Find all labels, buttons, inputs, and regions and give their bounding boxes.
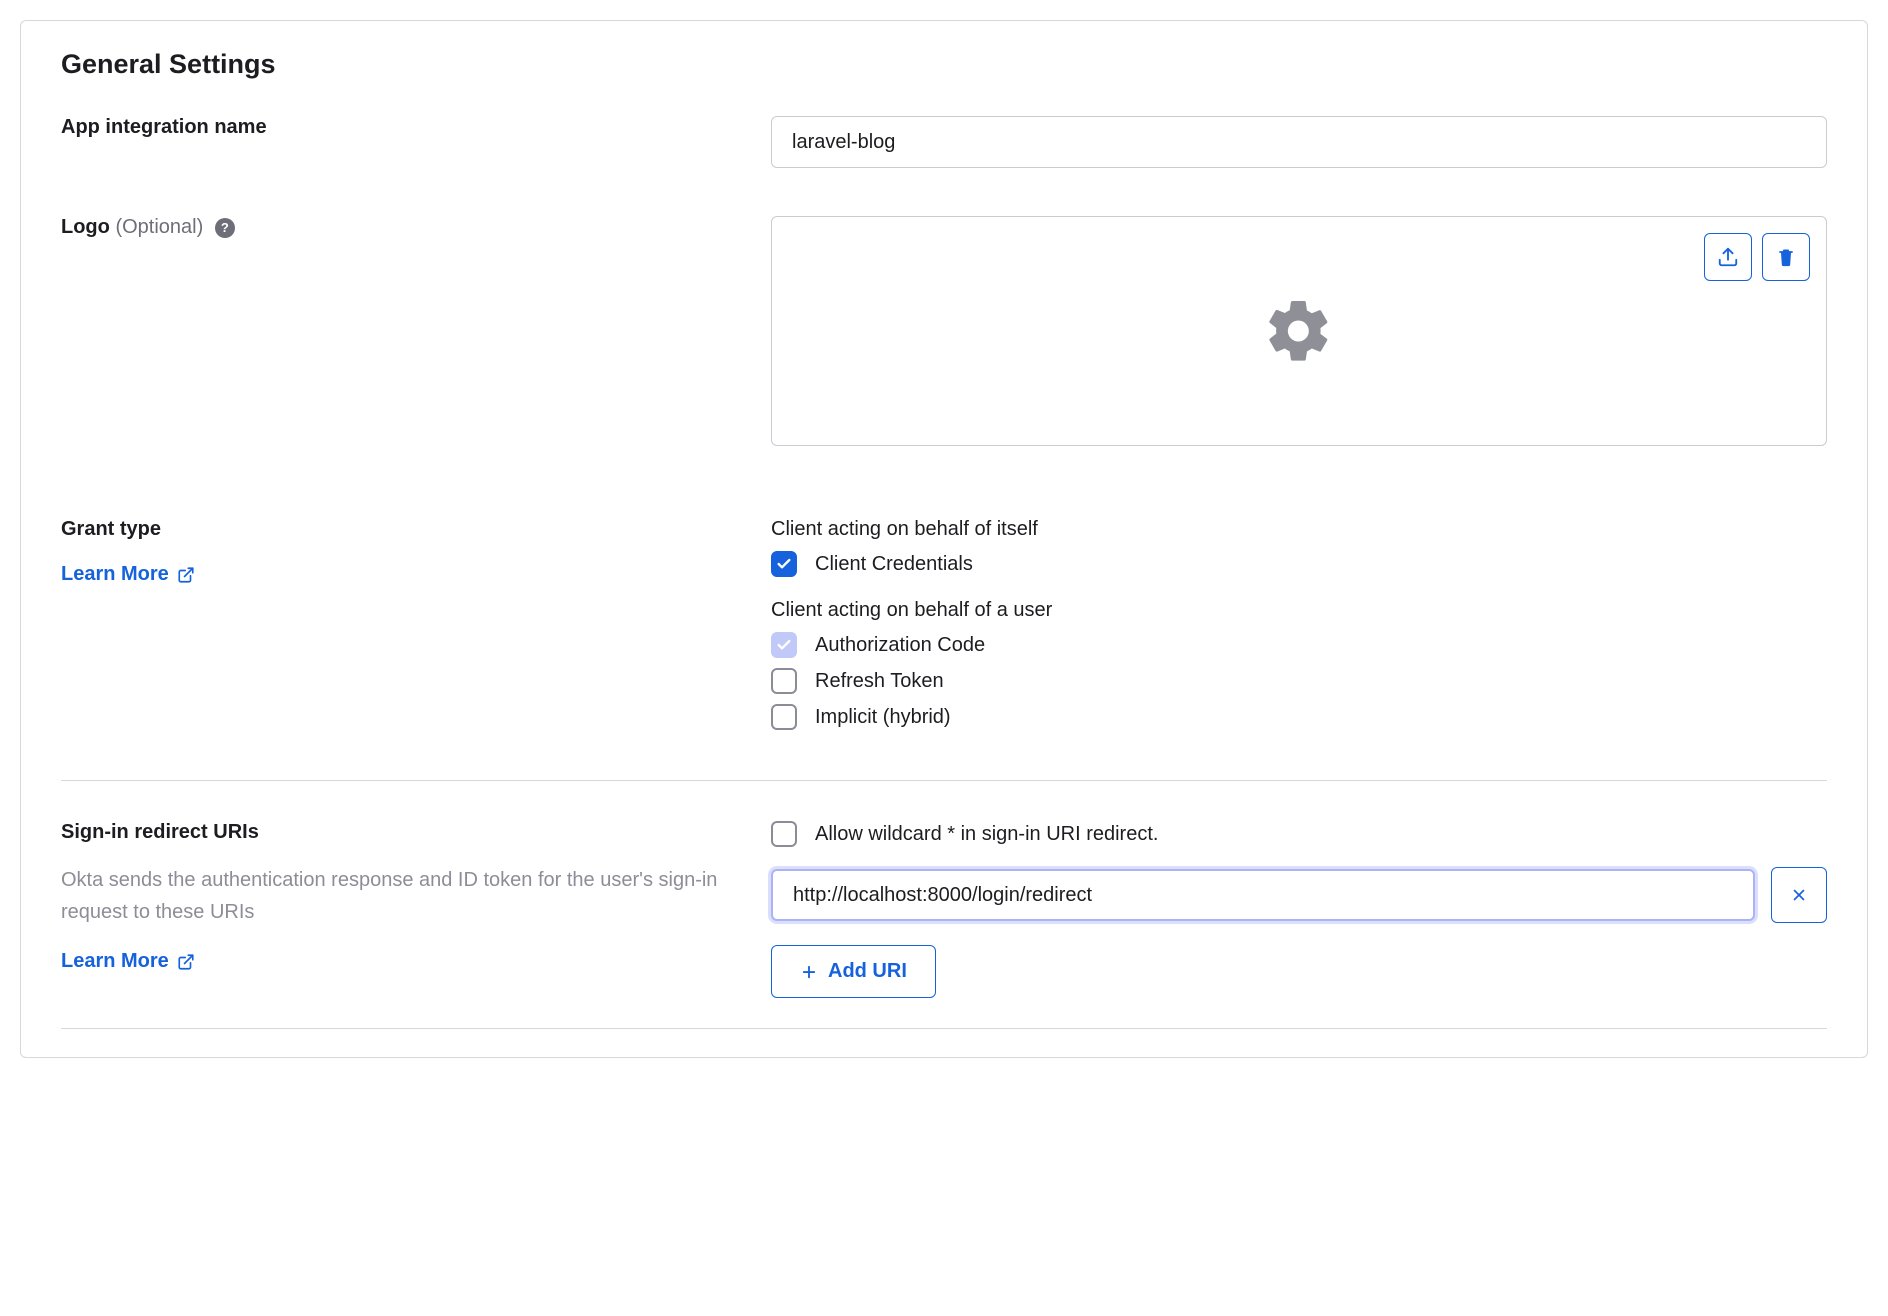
checkbox-icon (771, 704, 797, 730)
row-logo: Logo (Optional) ? (61, 216, 1827, 446)
signin-uris-label: Sign-in redirect URIs (61, 821, 751, 844)
checkbox-implicit-hybrid[interactable]: Implicit (hybrid) (771, 704, 1827, 730)
external-link-icon (177, 953, 195, 971)
learn-more-text: Learn More (61, 950, 169, 973)
checkbox-label: Implicit (hybrid) (815, 706, 951, 729)
app-name-label: App integration name (61, 116, 267, 138)
row-app-name: App integration name (61, 116, 1827, 168)
section-title: General Settings (61, 49, 1827, 80)
divider (61, 1028, 1827, 1029)
trash-icon (1776, 246, 1796, 268)
checkbox-client-credentials[interactable]: Client Credentials (771, 551, 1827, 577)
row-signin-uris: Sign-in redirect URIs Okta sends the aut… (61, 821, 1827, 998)
external-link-icon (177, 566, 195, 584)
checkbox-icon (771, 632, 797, 658)
checkbox-refresh-token[interactable]: Refresh Token (771, 668, 1827, 694)
checkbox-authorization-code[interactable]: Authorization Code (771, 632, 1827, 658)
logo-dropzone[interactable] (771, 216, 1827, 446)
logo-label: Logo (61, 216, 110, 238)
grant-group2-label: Client acting on behalf of a user (771, 599, 1827, 622)
general-settings-panel: General Settings App integration name Lo… (20, 20, 1868, 1058)
plus-icon (800, 963, 818, 981)
gear-icon (1263, 295, 1335, 367)
app-name-input[interactable] (771, 116, 1827, 168)
uri-row (771, 867, 1827, 923)
remove-uri-button[interactable] (1771, 867, 1827, 923)
upload-logo-button[interactable] (1704, 233, 1752, 281)
checkbox-icon (771, 668, 797, 694)
grant-group1-label: Client acting on behalf of itself (771, 518, 1827, 541)
checkbox-label: Allow wildcard * in sign-in URI redirect… (815, 823, 1158, 846)
checkbox-icon (771, 821, 797, 847)
logo-optional: (Optional) (115, 216, 203, 238)
delete-logo-button[interactable] (1762, 233, 1810, 281)
close-icon (1790, 886, 1808, 904)
grant-type-learn-more-link[interactable]: Learn More (61, 563, 195, 586)
add-uri-button[interactable]: Add URI (771, 945, 936, 998)
add-uri-label: Add URI (828, 960, 907, 983)
learn-more-text: Learn More (61, 563, 169, 586)
checkbox-icon (771, 551, 797, 577)
upload-icon (1717, 246, 1739, 268)
checkbox-label: Client Credentials (815, 553, 973, 576)
signin-uri-input[interactable] (771, 869, 1755, 921)
row-grant-type: Grant type Learn More Client acting on b… (61, 518, 1827, 740)
grant-type-label: Grant type (61, 518, 751, 541)
signin-uris-help: Okta sends the authentication response a… (61, 864, 751, 928)
help-icon[interactable]: ? (215, 218, 235, 238)
divider (61, 780, 1827, 781)
signin-uris-learn-more-link[interactable]: Learn More (61, 950, 195, 973)
checkbox-label: Authorization Code (815, 634, 985, 657)
checkbox-label: Refresh Token (815, 670, 944, 693)
checkbox-allow-wildcard[interactable]: Allow wildcard * in sign-in URI redirect… (771, 821, 1827, 847)
